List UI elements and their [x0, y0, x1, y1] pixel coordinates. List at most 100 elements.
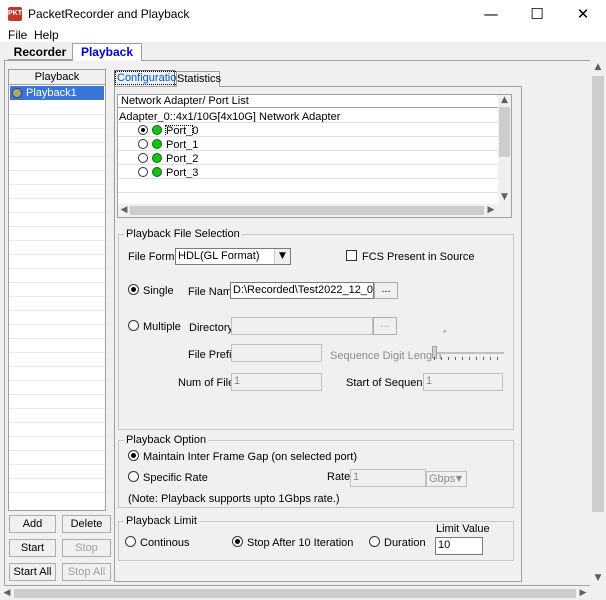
multiple-radio[interactable] — [128, 320, 139, 331]
file-selection-title: Playback File Selection — [124, 228, 242, 240]
start-button[interactable]: Start — [9, 539, 56, 557]
specific-rate-radio[interactable] — [128, 471, 139, 482]
fcs-checkbox[interactable] — [346, 250, 357, 261]
file-format-value: HDL(GL Format) — [178, 250, 260, 262]
tab-playback[interactable]: Playback — [72, 43, 142, 61]
port-0-status-icon — [152, 125, 162, 135]
maintain-ifg-label[interactable]: Maintain Inter Frame Gap (on selected po… — [143, 451, 357, 463]
port-list-vscroll-thumb[interactable] — [499, 107, 510, 157]
continuous-radio[interactable] — [125, 536, 136, 547]
list-gridline — [9, 156, 105, 157]
seq-digit-slider-track[interactable] — [434, 352, 504, 354]
list-gridline — [9, 184, 105, 185]
row-gridline — [118, 178, 498, 179]
duration-radio[interactable] — [369, 536, 380, 547]
fcs-label[interactable]: FCS Present in Source — [362, 251, 475, 263]
row-gridline — [118, 192, 498, 193]
directory-browse-button[interactable]: ... — [373, 317, 397, 335]
port-2-status-icon — [152, 153, 162, 163]
tab-recorder[interactable]: Recorder — [8, 44, 72, 60]
scroll-right-icon[interactable]: ▶ — [485, 205, 497, 217]
stop-after-label[interactable]: Stop After 10 Iteration — [247, 537, 353, 549]
add-button[interactable]: Add — [9, 515, 56, 533]
list-gridline — [9, 170, 105, 171]
list-gridline — [9, 338, 105, 339]
chevron-down-icon[interactable]: ▼ — [452, 472, 466, 486]
stop-after-radio[interactable] — [232, 536, 243, 547]
row-gridline — [118, 150, 498, 151]
seq-digit-value: * — [443, 328, 447, 338]
menu-file[interactable]: File — [8, 28, 27, 42]
list-gridline — [9, 408, 105, 409]
list-gridline — [9, 366, 105, 367]
playback-list[interactable] — [8, 69, 106, 511]
maintain-ifg-radio[interactable] — [128, 450, 139, 461]
file-prefix-input[interactable] — [231, 344, 322, 362]
window-title: PacketRecorder and Playback — [28, 7, 190, 21]
close-button[interactable]: ✕ — [560, 0, 606, 28]
start-seq-input[interactable]: 1 — [423, 373, 503, 391]
duration-label[interactable]: Duration — [384, 537, 426, 549]
num-files-input[interactable]: 1 — [231, 373, 322, 391]
single-label[interactable]: Single — [143, 285, 174, 297]
window-hscroll-thumb[interactable] — [14, 589, 576, 598]
menu-help[interactable]: Help — [34, 28, 59, 42]
scroll-up-icon[interactable]: ▲ — [498, 95, 511, 107]
limit-value-input[interactable]: 10 — [435, 537, 483, 555]
chevron-down-icon[interactable]: ▼ — [274, 249, 290, 264]
limit-value-label: Limit Value — [436, 523, 490, 535]
list-gridline — [9, 478, 105, 479]
playback-option-title: Playback Option — [124, 434, 209, 446]
list-gridline — [9, 282, 105, 283]
playback-limit-title: Playback Limit — [124, 515, 199, 527]
maximize-button[interactable]: ☐ — [514, 0, 560, 28]
list-item[interactable]: Playback1 — [10, 86, 104, 100]
scroll-down-icon[interactable]: ▼ — [498, 192, 511, 204]
scroll-left-icon[interactable]: ◀ — [1, 588, 13, 599]
list-gridline — [9, 464, 105, 465]
list-gridline — [9, 268, 105, 269]
rate-input[interactable]: 1 — [350, 469, 426, 487]
directory-label: Directory — [189, 322, 234, 334]
list-gridline — [9, 240, 105, 241]
port-list-hscroll-thumb[interactable] — [130, 206, 484, 215]
file-name-input[interactable]: D:\Recorded\Test2022_12_01_11 — [230, 282, 374, 299]
list-gridline — [9, 226, 105, 227]
port-list-header: Network Adapter/ Port List — [118, 95, 499, 108]
port-2-radio[interactable] — [138, 153, 148, 163]
stop-button[interactable]: Stop — [62, 539, 111, 557]
scroll-down-icon[interactable]: ▼ — [592, 573, 604, 585]
single-radio[interactable] — [128, 284, 139, 295]
list-gridline — [9, 128, 105, 129]
continuous-label[interactable]: Continous — [140, 537, 190, 549]
menu-bar — [0, 28, 606, 42]
playback-list-header[interactable]: Playback — [9, 70, 105, 85]
row-gridline — [118, 136, 498, 137]
list-gridline — [9, 142, 105, 143]
scroll-right-icon[interactable]: ▶ — [577, 588, 589, 599]
list-gridline — [9, 198, 105, 199]
port-3-radio[interactable] — [138, 167, 148, 177]
list-gridline — [9, 254, 105, 255]
playback-status-icon — [12, 88, 22, 98]
port-1-status-icon — [152, 139, 162, 149]
file-browse-button[interactable]: ... — [374, 282, 398, 299]
multiple-label[interactable]: Multiple — [143, 321, 181, 333]
window-vscroll-thumb[interactable] — [592, 76, 604, 512]
list-gridline — [9, 352, 105, 353]
minimize-button[interactable]: — — [468, 0, 514, 28]
row-gridline — [118, 164, 498, 165]
tab-configuration[interactable]: Configuration — [114, 70, 185, 86]
list-gridline — [9, 436, 105, 437]
delete-button[interactable]: Delete — [62, 515, 111, 533]
directory-input[interactable] — [231, 317, 373, 335]
specific-rate-label[interactable]: Specific Rate — [143, 472, 208, 484]
scroll-up-icon[interactable]: ▲ — [592, 62, 604, 74]
port-0-radio[interactable] — [138, 125, 148, 135]
port-1-radio[interactable] — [138, 139, 148, 149]
start-all-button[interactable]: Start All — [9, 563, 56, 581]
stop-all-button[interactable]: Stop All — [62, 563, 111, 581]
list-gridline — [9, 450, 105, 451]
scroll-left-icon[interactable]: ◀ — [118, 205, 130, 217]
tab-statistics[interactable]: Statistics — [176, 71, 221, 87]
